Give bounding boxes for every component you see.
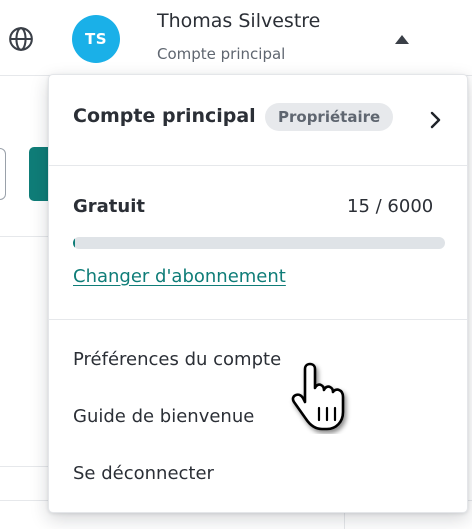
globe-icon xyxy=(9,27,33,51)
app-stage: TS Thomas Silvestre Compte principal Com… xyxy=(0,0,472,529)
background-input-field xyxy=(0,148,6,200)
usage-progress-fill xyxy=(73,237,75,249)
usage-progress-bar xyxy=(73,237,445,249)
menu-item-welcome-guide[interactable]: Guide de bienvenue xyxy=(49,394,467,444)
menu-divider xyxy=(49,319,467,320)
account-title: Compte principal xyxy=(73,105,256,127)
current-account-label: Compte principal xyxy=(157,45,286,63)
plan-usage-count: 15 / 6000 xyxy=(347,196,434,217)
plan-name: Gratuit xyxy=(73,196,145,217)
role-badge: Propriétaire xyxy=(265,103,394,131)
user-name: Thomas Silvestre xyxy=(157,10,321,32)
menu-item-label: Guide de bienvenue xyxy=(73,406,255,427)
account-menu-toggle[interactable] xyxy=(390,28,414,50)
account-dropdown-menu: Compte principal Propriétaire Gratuit 15… xyxy=(48,74,468,513)
background-divider xyxy=(0,236,48,237)
background-divider xyxy=(0,466,48,467)
menu-divider xyxy=(49,165,467,166)
top-header: TS Thomas Silvestre Compte principal xyxy=(0,0,472,76)
menu-item-label: Préférences du compte xyxy=(73,349,282,370)
caret-up-icon xyxy=(395,34,409,44)
chevron-right-icon xyxy=(427,109,443,131)
change-plan-link[interactable]: Changer d'abonnement xyxy=(73,266,286,287)
menu-item-logout[interactable]: Se déconnecter xyxy=(49,451,467,501)
menu-item-account-preferences[interactable]: Préférences du compte xyxy=(49,337,467,387)
account-switcher-item[interactable]: Compte principal Propriétaire xyxy=(49,75,467,165)
menu-item-label: Se déconnecter xyxy=(73,463,214,484)
avatar[interactable]: TS xyxy=(72,15,120,63)
language-button[interactable] xyxy=(7,25,35,53)
